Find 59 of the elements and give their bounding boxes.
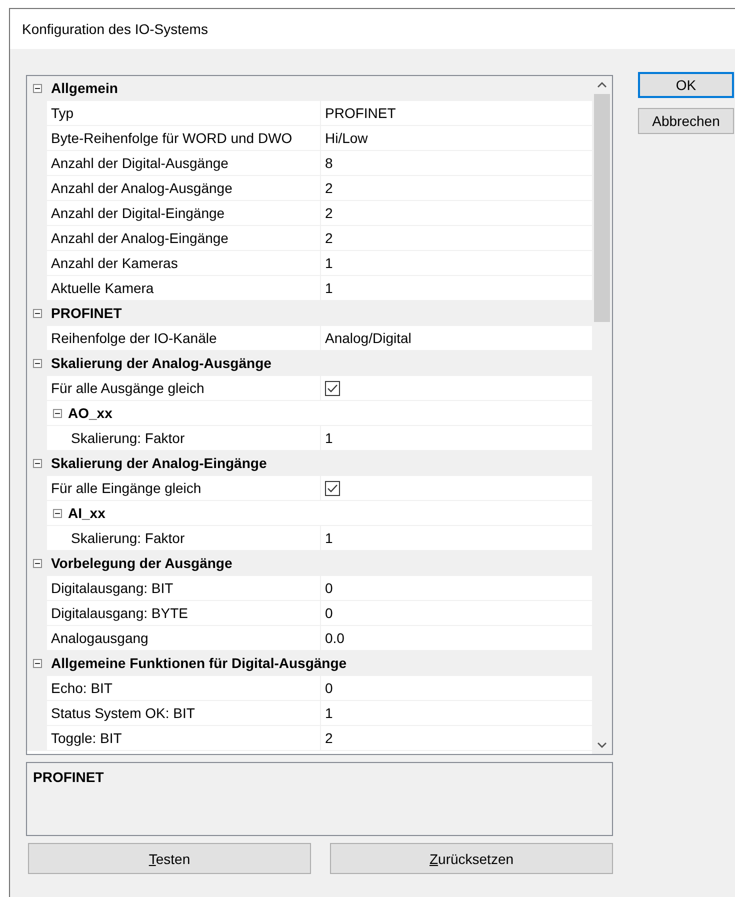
property-name: Byte-Reihenfolge für WORD und DWO: [47, 126, 320, 150]
category-header[interactable]: Allgemein: [47, 80, 118, 96]
action-button[interactable]: Testen: [28, 843, 311, 874]
property-name: Für alle Eingänge gleich: [47, 476, 320, 500]
property-name: Echo: BIT: [47, 676, 320, 700]
checkbox[interactable]: [325, 380, 340, 396]
property-name: Skalierung: Faktor: [47, 426, 320, 450]
group-header[interactable]: AI_xx: [64, 505, 106, 521]
property-value[interactable]: 2: [321, 176, 592, 200]
property-value[interactable]: 8: [321, 151, 592, 175]
property-name: Typ: [47, 101, 320, 125]
property-name: Reihenfolge der IO-Kanäle: [47, 326, 320, 350]
property-value[interactable]: 0: [321, 676, 592, 700]
collapse-icon[interactable]: [32, 658, 42, 668]
dialog-button[interactable]: Abbrechen: [638, 108, 734, 134]
property-name: Digitalausgang: BYTE: [47, 601, 320, 625]
property-value[interactable]: 0: [321, 576, 592, 600]
collapse-icon[interactable]: [32, 458, 42, 468]
property-name: Für alle Ausgänge gleich: [47, 376, 320, 400]
property-value[interactable]: 2: [321, 201, 592, 225]
property-value[interactable]: 0: [321, 601, 592, 625]
property-value[interactable]: 1: [321, 426, 592, 450]
dialog-button[interactable]: OK: [638, 72, 734, 98]
property-name: Digitalausgang: BIT: [47, 576, 320, 600]
property-value[interactable]: 0.0: [321, 626, 592, 650]
property-value[interactable]: 1: [321, 701, 592, 725]
scrollbar[interactable]: [592, 76, 612, 754]
collapse-icon[interactable]: [32, 358, 42, 368]
property-name: Anzahl der Digital-Eingänge: [47, 201, 320, 225]
property-value[interactable]: Hi/Low: [321, 126, 592, 150]
property-name: Anzahl der Digital-Ausgänge: [47, 151, 320, 175]
collapse-icon[interactable]: [32, 558, 42, 568]
category-header[interactable]: PROFINET: [47, 305, 122, 321]
property-name: Status System OK: BIT: [47, 701, 320, 725]
property-value[interactable]: Analog/Digital: [321, 326, 592, 350]
collapse-icon[interactable]: [53, 508, 62, 518]
collapse-icon[interactable]: [32, 84, 42, 92]
property-value[interactable]: 1: [321, 276, 592, 300]
property-value[interactable]: 1: [321, 251, 592, 275]
collapse-icon[interactable]: [53, 408, 62, 418]
property-name: Aktuelle Kamera: [47, 276, 320, 300]
property-name: Anzahl der Analog-Ausgänge: [47, 176, 320, 200]
property-name: Analogausgang: [47, 626, 320, 650]
collapse-icon[interactable]: [32, 308, 42, 318]
property-value[interactable]: PROFINET: [321, 101, 592, 125]
property-value[interactable]: 2: [321, 226, 592, 250]
window-title: Konfiguration des IO-Systems: [22, 21, 208, 37]
property-value[interactable]: 2: [321, 726, 592, 750]
action-button[interactable]: Zurücksetzen: [330, 843, 613, 874]
scroll-down-icon[interactable]: [597, 742, 607, 748]
property-name: Skalierung: Faktor: [47, 526, 320, 550]
property-name: Anzahl der Kameras: [47, 251, 320, 275]
property-value[interactable]: 1: [321, 526, 592, 550]
property-name: Anzahl der Analog-Eingänge: [47, 226, 320, 250]
scroll-up-icon[interactable]: [597, 82, 607, 88]
description-title: PROFINET: [33, 769, 104, 785]
checkbox[interactable]: [325, 480, 340, 496]
property-name: Toggle: BIT: [47, 726, 320, 750]
group-header[interactable]: AO_xx: [64, 405, 112, 421]
